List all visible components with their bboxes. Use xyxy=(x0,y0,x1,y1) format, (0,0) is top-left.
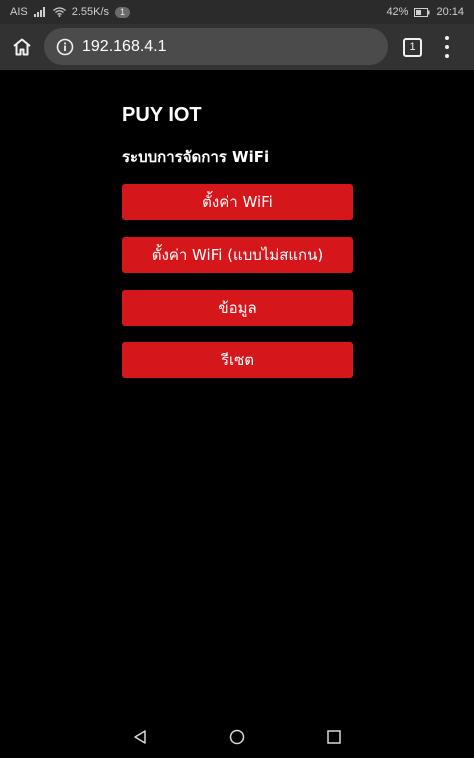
url-text[interactable]: 192.168.4.1 xyxy=(82,38,167,56)
wifi-config-button[interactable]: ตั้งค่า WiFi xyxy=(122,184,353,220)
page-subtitle: ระบบการจัดการ WiFi xyxy=(122,148,270,166)
home-nav-button[interactable] xyxy=(227,727,247,747)
more-vert-icon[interactable] xyxy=(441,36,453,58)
status-bar-left: AIS 2.55K/s 1 xyxy=(10,0,131,24)
home-icon xyxy=(13,38,31,56)
page-content: PUY IOT ระบบการจัดการ WiFi ตั้งค่า WiFi … xyxy=(122,100,353,378)
recents-square-icon xyxy=(327,730,341,744)
web-page: PUY IOT ระบบการจัดการ WiFi ตั้งค่า WiFi … xyxy=(0,70,474,716)
clock: 20:14 xyxy=(436,6,464,18)
tab-switcher-icon[interactable]: 1 xyxy=(403,38,422,57)
info-button[interactable]: ข้อมูล xyxy=(122,290,353,326)
page-title: PUY IOT xyxy=(122,104,202,126)
info-icon[interactable] xyxy=(56,38,74,56)
home-button[interactable] xyxy=(8,33,36,61)
status-bar-right: 42% 20:14 xyxy=(386,0,464,24)
status-bar: AIS 2.55K/s 1 42% 20:14 xyxy=(0,0,474,24)
url-bar[interactable]: 192.168.4.1 xyxy=(44,28,388,65)
carrier-label: AIS xyxy=(10,6,28,18)
home-circle-icon xyxy=(229,729,245,745)
recents-button[interactable] xyxy=(324,727,344,747)
battery-icon xyxy=(414,7,430,17)
back-triangle-icon xyxy=(134,730,146,744)
network-speed: 2.55K/s xyxy=(71,6,110,18)
signal-icon xyxy=(33,7,45,17)
reset-button[interactable]: รีเซต xyxy=(122,342,353,378)
wifi-config-noscan-button[interactable]: ตั้งค่า WiFi (แบบไม่สแกน) xyxy=(122,237,353,273)
battery-percent: 42% xyxy=(386,6,409,18)
system-nav-bar xyxy=(0,716,474,758)
browser-toolbar: 192.168.4.1 1 xyxy=(0,24,474,70)
notification-badge: 1 xyxy=(115,6,131,18)
back-button[interactable] xyxy=(130,727,150,747)
wifi-icon xyxy=(52,7,66,17)
